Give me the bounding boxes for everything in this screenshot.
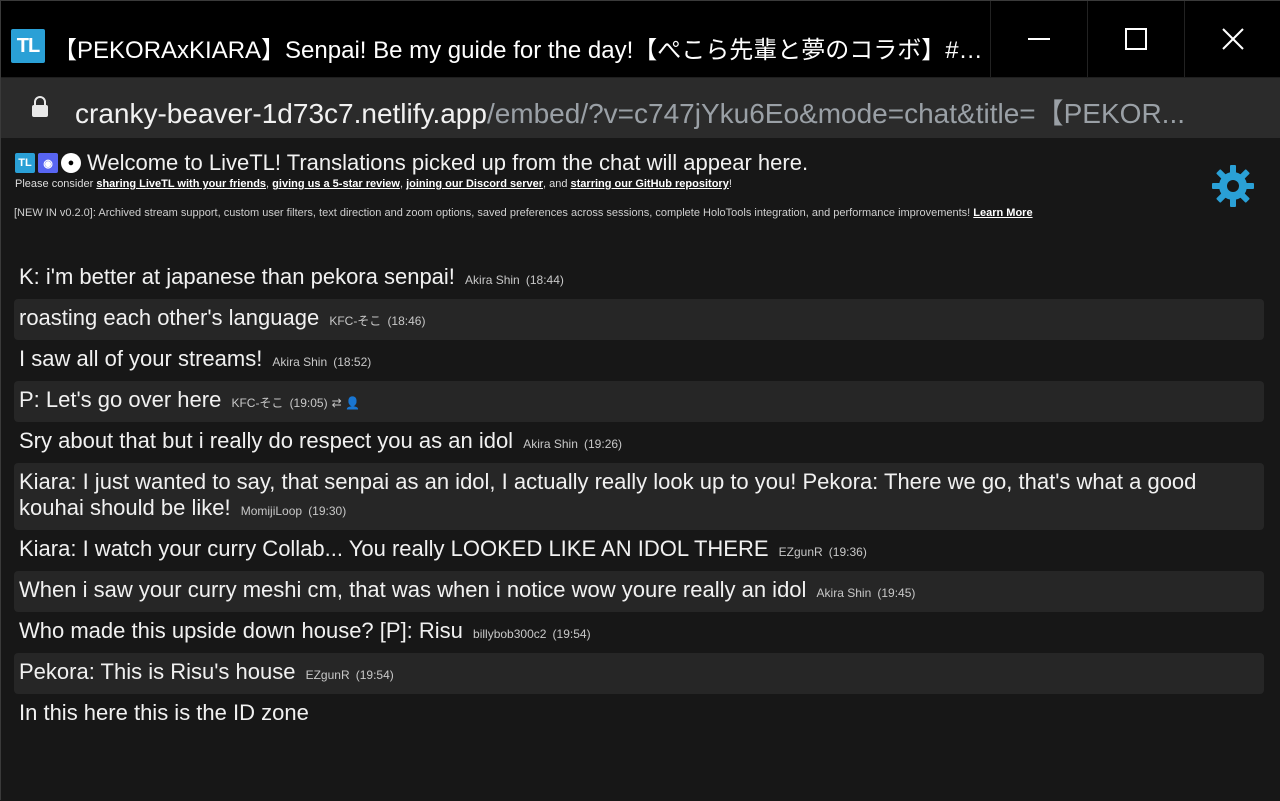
address-bar[interactable]: cranky-beaver-1d73c7.netlify.app/embed/?… — [1, 77, 1280, 138]
review-link[interactable]: giving us a 5-star review — [272, 178, 400, 190]
message: Kiara: I watch your curry Collab... You … — [14, 530, 1264, 571]
window-controls — [990, 1, 1280, 77]
release-notes-text: [NEW IN v0.2.0]: Archived stream support… — [14, 207, 974, 219]
message-time: (18:44) — [525, 273, 564, 287]
message-author[interactable]: Akira Shin — [817, 586, 872, 600]
message-text: roasting each other's language — [19, 305, 326, 330]
message-time: (19:45) — [877, 586, 916, 600]
message-time: (19:54) — [552, 627, 591, 641]
message: roasting each other's language KFC-そこ (1… — [14, 299, 1264, 340]
message-action-icons[interactable]: ⇄ 👤 — [332, 396, 360, 410]
message: Kiara: I just wanted to say, that senpai… — [14, 463, 1264, 530]
maximize-icon — [1125, 28, 1147, 50]
discord-link[interactable]: joining our Discord server — [406, 178, 543, 190]
message: In this here this is the ID zone — [14, 694, 1264, 732]
window-title: 【PEKORAxKIARA】Senpai! Be my guide for th… — [53, 37, 993, 64]
learn-more-link[interactable]: Learn More — [973, 207, 1032, 219]
url-path: /embed/?v=c747jYku6Eo&mode=chat&title=【P… — [486, 98, 1185, 129]
message: When i saw your curry meshi cm, that was… — [14, 571, 1264, 612]
message-time: (18:46) — [387, 314, 426, 328]
url-text[interactable]: cranky-beaver-1d73c7.netlify.app/embed/?… — [75, 92, 1255, 132]
message-author[interactable]: Akira Shin — [523, 437, 578, 451]
translation-list: K: i'm better at japanese than pekora se… — [14, 258, 1264, 732]
browser-window: TL 【PEKORAxKIARA】Senpai! Be my guide for… — [0, 0, 1280, 801]
livetl-logo-icon[interactable]: TL — [15, 153, 35, 173]
message-time: (18:52) — [333, 355, 372, 369]
message-author[interactable]: MomijiLoop — [241, 504, 302, 518]
lock-icon — [32, 96, 48, 117]
message-author[interactable]: KFC-そこ — [231, 396, 283, 410]
message-text: I saw all of your streams! — [19, 346, 269, 371]
sep-3: , and — [543, 178, 571, 190]
title-bar: TL 【PEKORAxKIARA】Senpai! Be my guide for… — [1, 1, 1280, 77]
message: Pekora: This is Risu's house EZgunR (19:… — [14, 653, 1264, 694]
message-author[interactable]: EZgunR — [306, 668, 350, 682]
message-time: (19:05) — [289, 396, 328, 410]
welcome-heading-row: TL ◉ ● Welcome to LiveTL! Translations p… — [15, 150, 1215, 176]
message-text: P: Let's go over here — [19, 387, 228, 412]
message-author[interactable]: Akira Shin — [272, 355, 327, 369]
share-link[interactable]: sharing LiveTL with your friends — [96, 178, 266, 190]
github-icon[interactable]: ● — [61, 153, 81, 173]
message-author[interactable]: EZgunR — [779, 545, 823, 559]
github-link[interactable]: starring our GitHub repository — [571, 178, 729, 190]
message-text: In this here this is the ID zone — [19, 700, 309, 725]
message: K: i'm better at japanese than pekora se… — [14, 258, 1264, 299]
message-text: When i saw your curry meshi cm, that was… — [19, 577, 813, 602]
release-notes: [NEW IN v0.2.0]: Archived stream support… — [14, 205, 1254, 222]
gear-icon[interactable] — [1209, 162, 1257, 210]
welcome-banner: TL ◉ ● Welcome to LiveTL! Translations p… — [15, 150, 1215, 190]
message: Who made this upside down house? [P]: Ri… — [14, 612, 1264, 653]
message-text: Pekora: This is Risu's house — [19, 659, 302, 684]
message-text: Sry about that but i really do respect y… — [19, 428, 520, 453]
close-icon — [1222, 28, 1244, 50]
message-time: (19:26) — [584, 437, 623, 451]
message-text: Who made this upside down house? [P]: Ri… — [19, 618, 470, 643]
message: I saw all of your streams! Akira Shin (1… — [14, 340, 1264, 381]
maximize-button[interactable] — [1087, 1, 1184, 77]
livetl-panel: TL ◉ ● Welcome to LiveTL! Translations p… — [1, 138, 1280, 801]
message: Sry about that but i really do respect y… — [14, 422, 1264, 463]
livetl-app-icon: TL — [11, 29, 45, 63]
message-author[interactable]: Akira Shin — [465, 273, 520, 287]
message-author[interactable]: KFC-そこ — [329, 314, 381, 328]
welcome-consider: Please consider sharing LiveTL with your… — [15, 178, 1215, 190]
consider-prefix: Please consider — [15, 178, 97, 190]
minimize-icon — [1028, 38, 1050, 40]
message-text: K: i'm better at japanese than pekora se… — [19, 264, 462, 289]
discord-icon[interactable]: ◉ — [38, 153, 58, 173]
message-text: Kiara: I just wanted to say, that senpai… — [19, 469, 1197, 520]
message-time: (19:36) — [828, 545, 867, 559]
message: P: Let's go over here KFC-そこ (19:05) ⇄ 👤 — [14, 381, 1264, 422]
close-button[interactable] — [1184, 1, 1280, 77]
welcome-heading: Welcome to LiveTL! Translations picked u… — [87, 150, 809, 175]
consider-suffix: ! — [728, 178, 732, 190]
message-time: (19:30) — [308, 504, 347, 518]
message-text: Kiara: I watch your curry Collab... You … — [19, 536, 775, 561]
minimize-button[interactable] — [990, 1, 1087, 77]
message-author[interactable]: billybob300c2 — [473, 627, 546, 641]
message-time: (19:54) — [355, 668, 394, 682]
url-host: cranky-beaver-1d73c7.netlify.app — [75, 98, 487, 129]
